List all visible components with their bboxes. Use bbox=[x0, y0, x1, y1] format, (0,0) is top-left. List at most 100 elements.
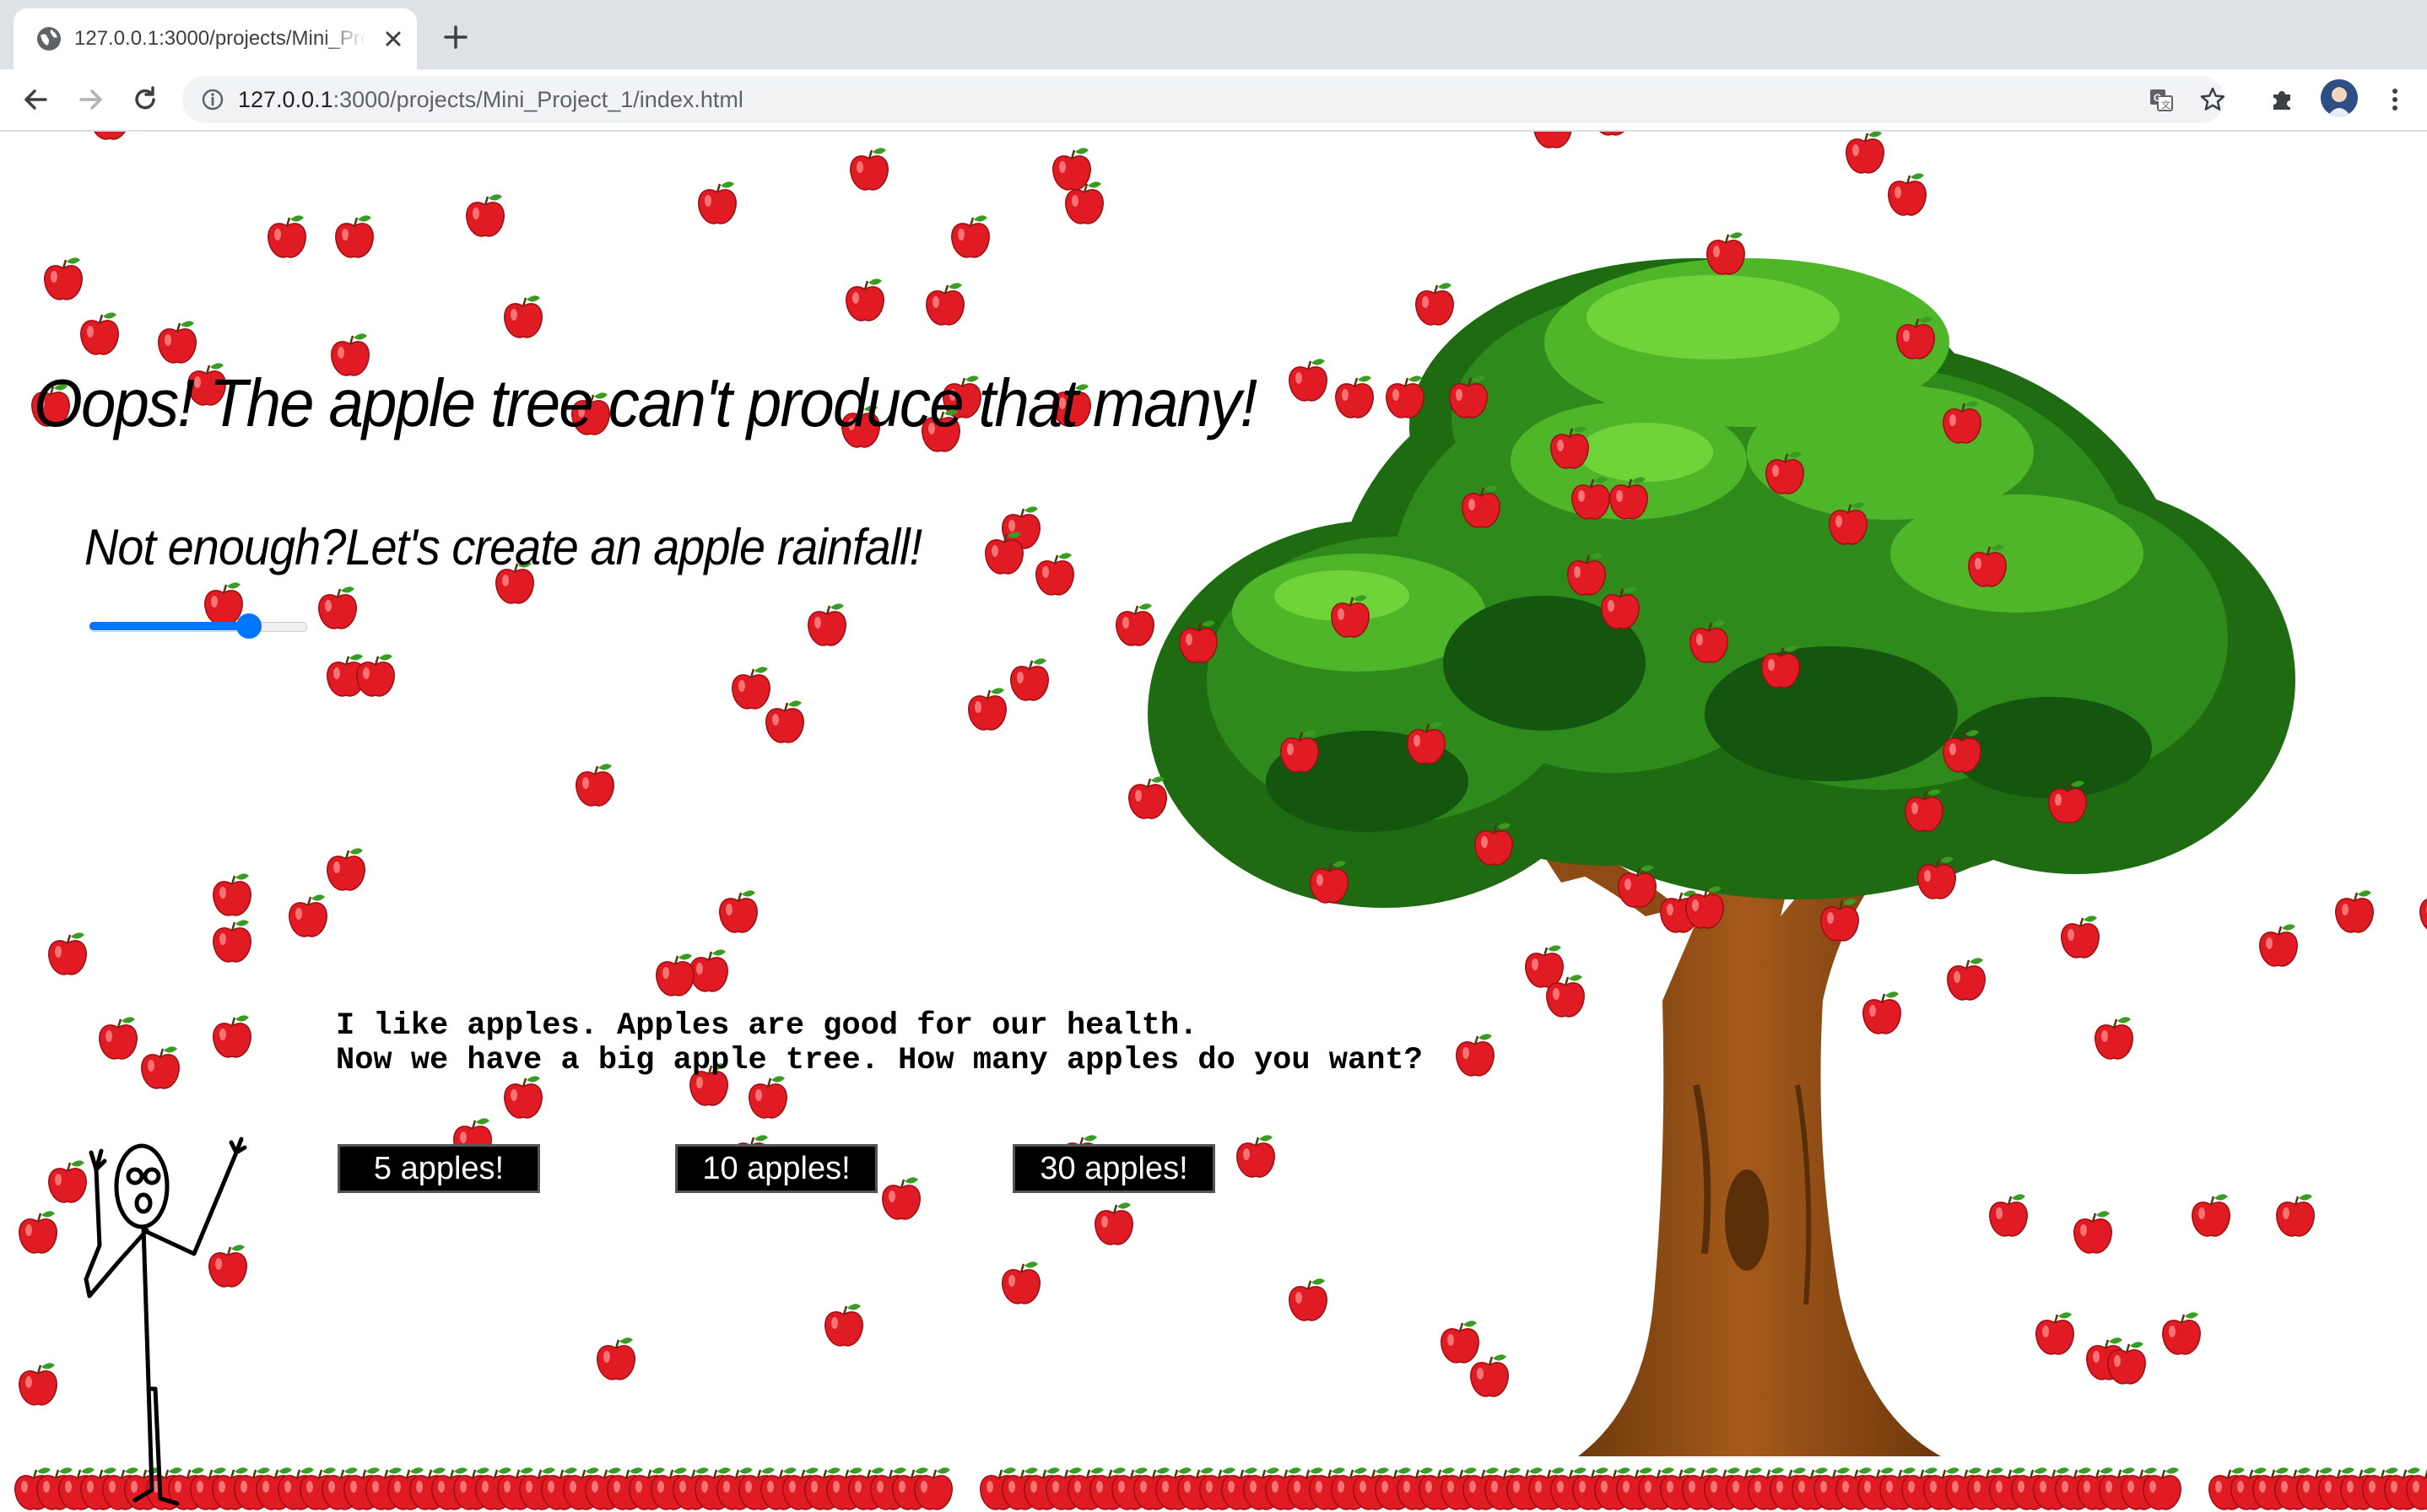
apple-image bbox=[318, 586, 357, 629]
apple-image bbox=[1947, 958, 1986, 1001]
apple-image bbox=[1829, 502, 1868, 545]
apple-image bbox=[576, 764, 614, 807]
apple-image bbox=[698, 181, 737, 224]
slider-thumb[interactable] bbox=[236, 613, 262, 639]
apple-rainfall-slider[interactable] bbox=[89, 611, 307, 640]
page-viewport: Oops! The apple tree can't produce that … bbox=[0, 132, 2427, 1512]
translate-icon[interactable]: G 文 bbox=[2149, 88, 2174, 113]
apple-image bbox=[327, 848, 365, 891]
apple-image bbox=[213, 920, 251, 963]
reload-icon[interactable] bbox=[130, 84, 160, 115]
apple-image bbox=[44, 257, 83, 300]
star-icon[interactable] bbox=[2199, 86, 2226, 113]
apple-image bbox=[2259, 924, 2298, 967]
apple-image bbox=[719, 890, 758, 933]
stick-figure-image bbox=[84, 1137, 247, 1506]
apple-image bbox=[1052, 148, 1091, 191]
apple-image bbox=[1035, 553, 1074, 596]
browser-tab[interactable]: 127.0.0.1:3000/projects/Mini_Project_1/i… bbox=[14, 8, 417, 69]
apple-image bbox=[1888, 173, 1927, 216]
apple-image bbox=[1896, 316, 1935, 359]
apple-image bbox=[94, 132, 126, 140]
apple-image bbox=[1533, 132, 1572, 148]
forward-arrow-icon[interactable] bbox=[76, 84, 106, 115]
apple-image bbox=[846, 278, 884, 321]
apple-image bbox=[2143, 1467, 2181, 1510]
slider-fill bbox=[89, 622, 249, 630]
avatar[interactable] bbox=[2321, 79, 2358, 116]
apple-image bbox=[882, 1177, 921, 1220]
apple-image bbox=[1310, 861, 1349, 904]
apple-image bbox=[689, 949, 728, 992]
story-text: I like apples. Apples are good for our h… bbox=[336, 1009, 1423, 1078]
apple-image bbox=[466, 194, 505, 237]
apple-image bbox=[1989, 1194, 2028, 1237]
apple-image bbox=[2061, 915, 2100, 958]
apple-image bbox=[1706, 232, 1745, 275]
rainfall-prompt: Not enough?Let's create an apple rainfal… bbox=[84, 519, 922, 575]
apple-image bbox=[2276, 1194, 2315, 1237]
apple-image bbox=[1386, 375, 1424, 418]
address-bar[interactable]: 127.0.0.1:3000/projects/Mini_Project_1/i… bbox=[182, 76, 2226, 123]
apple-image bbox=[1441, 1320, 1479, 1364]
apple-image bbox=[504, 295, 543, 338]
plus-icon[interactable] bbox=[441, 22, 471, 52]
apple-image bbox=[749, 1076, 787, 1119]
info-icon[interactable] bbox=[201, 88, 224, 111]
apple-image bbox=[968, 688, 1007, 731]
apple-image bbox=[1525, 945, 1564, 988]
apple-image bbox=[1761, 645, 1800, 688]
apple-image bbox=[808, 603, 846, 646]
apple-image bbox=[504, 1076, 543, 1119]
thirty-apples-button[interactable]: 30 apples! bbox=[1013, 1144, 1215, 1193]
kebab-menu-icon[interactable] bbox=[2381, 84, 2408, 115]
back-arrow-icon[interactable] bbox=[20, 84, 51, 115]
globe-icon bbox=[37, 27, 61, 51]
apple-image bbox=[1415, 283, 1454, 326]
apple-image bbox=[1010, 658, 1049, 701]
url-host: 127.0.0.1 bbox=[238, 87, 333, 112]
apple-image bbox=[141, 1046, 180, 1089]
apple-image bbox=[1968, 544, 2007, 587]
puzzle-icon[interactable] bbox=[2268, 84, 2297, 113]
apple-image bbox=[1407, 721, 1446, 764]
apple-image bbox=[1095, 1202, 1133, 1245]
url-path: :3000/projects/Mini_Project_1/index.html bbox=[332, 87, 743, 112]
url-text[interactable]: 127.0.0.1:3000/projects/Mini_Project_1/i… bbox=[238, 76, 743, 123]
ten-apples-button[interactable]: 10 apples! bbox=[675, 1144, 878, 1193]
apple-image bbox=[732, 667, 770, 710]
apple-image bbox=[2048, 780, 2087, 824]
apple-image bbox=[1474, 823, 1513, 866]
apple-image bbox=[1002, 1261, 1041, 1304]
profile-picture bbox=[2321, 79, 2358, 116]
five-apples-button[interactable]: 5 apples! bbox=[338, 1144, 540, 1193]
apple-image bbox=[1449, 375, 1488, 418]
apple-image bbox=[1601, 586, 1640, 629]
apple-image bbox=[1820, 899, 1859, 942]
apple-image bbox=[1236, 1135, 1275, 1178]
apple-image bbox=[1179, 620, 1218, 663]
apple-image bbox=[1116, 603, 1154, 646]
apple-image bbox=[765, 700, 804, 743]
apple-image bbox=[1456, 1034, 1495, 1077]
apple-image bbox=[1571, 477, 1610, 520]
apple-image bbox=[1280, 730, 1319, 773]
apple-image bbox=[1462, 485, 1500, 528]
apple-image bbox=[1331, 595, 1370, 638]
apple-image bbox=[1128, 776, 1167, 819]
apple-image bbox=[2335, 890, 2374, 933]
apple-image bbox=[19, 1211, 57, 1254]
story-line-1: I like apples. Apples are good for our h… bbox=[336, 1008, 1198, 1044]
apple-image bbox=[2035, 1312, 2074, 1355]
apple-image bbox=[1765, 451, 1804, 494]
apple-image bbox=[1862, 991, 1901, 1034]
apple-image bbox=[2073, 1211, 2112, 1254]
apple-image bbox=[2419, 899, 2427, 930]
apple-image bbox=[1335, 375, 1374, 418]
tab-strip: 127.0.0.1:3000/projects/Mini_Project_1/i… bbox=[0, 0, 2427, 69]
svg-text:G: G bbox=[2154, 92, 2161, 104]
apple-image bbox=[80, 312, 119, 355]
apple-image bbox=[1289, 359, 1327, 402]
apple-image bbox=[1618, 865, 1657, 908]
close-icon[interactable] bbox=[381, 27, 405, 51]
